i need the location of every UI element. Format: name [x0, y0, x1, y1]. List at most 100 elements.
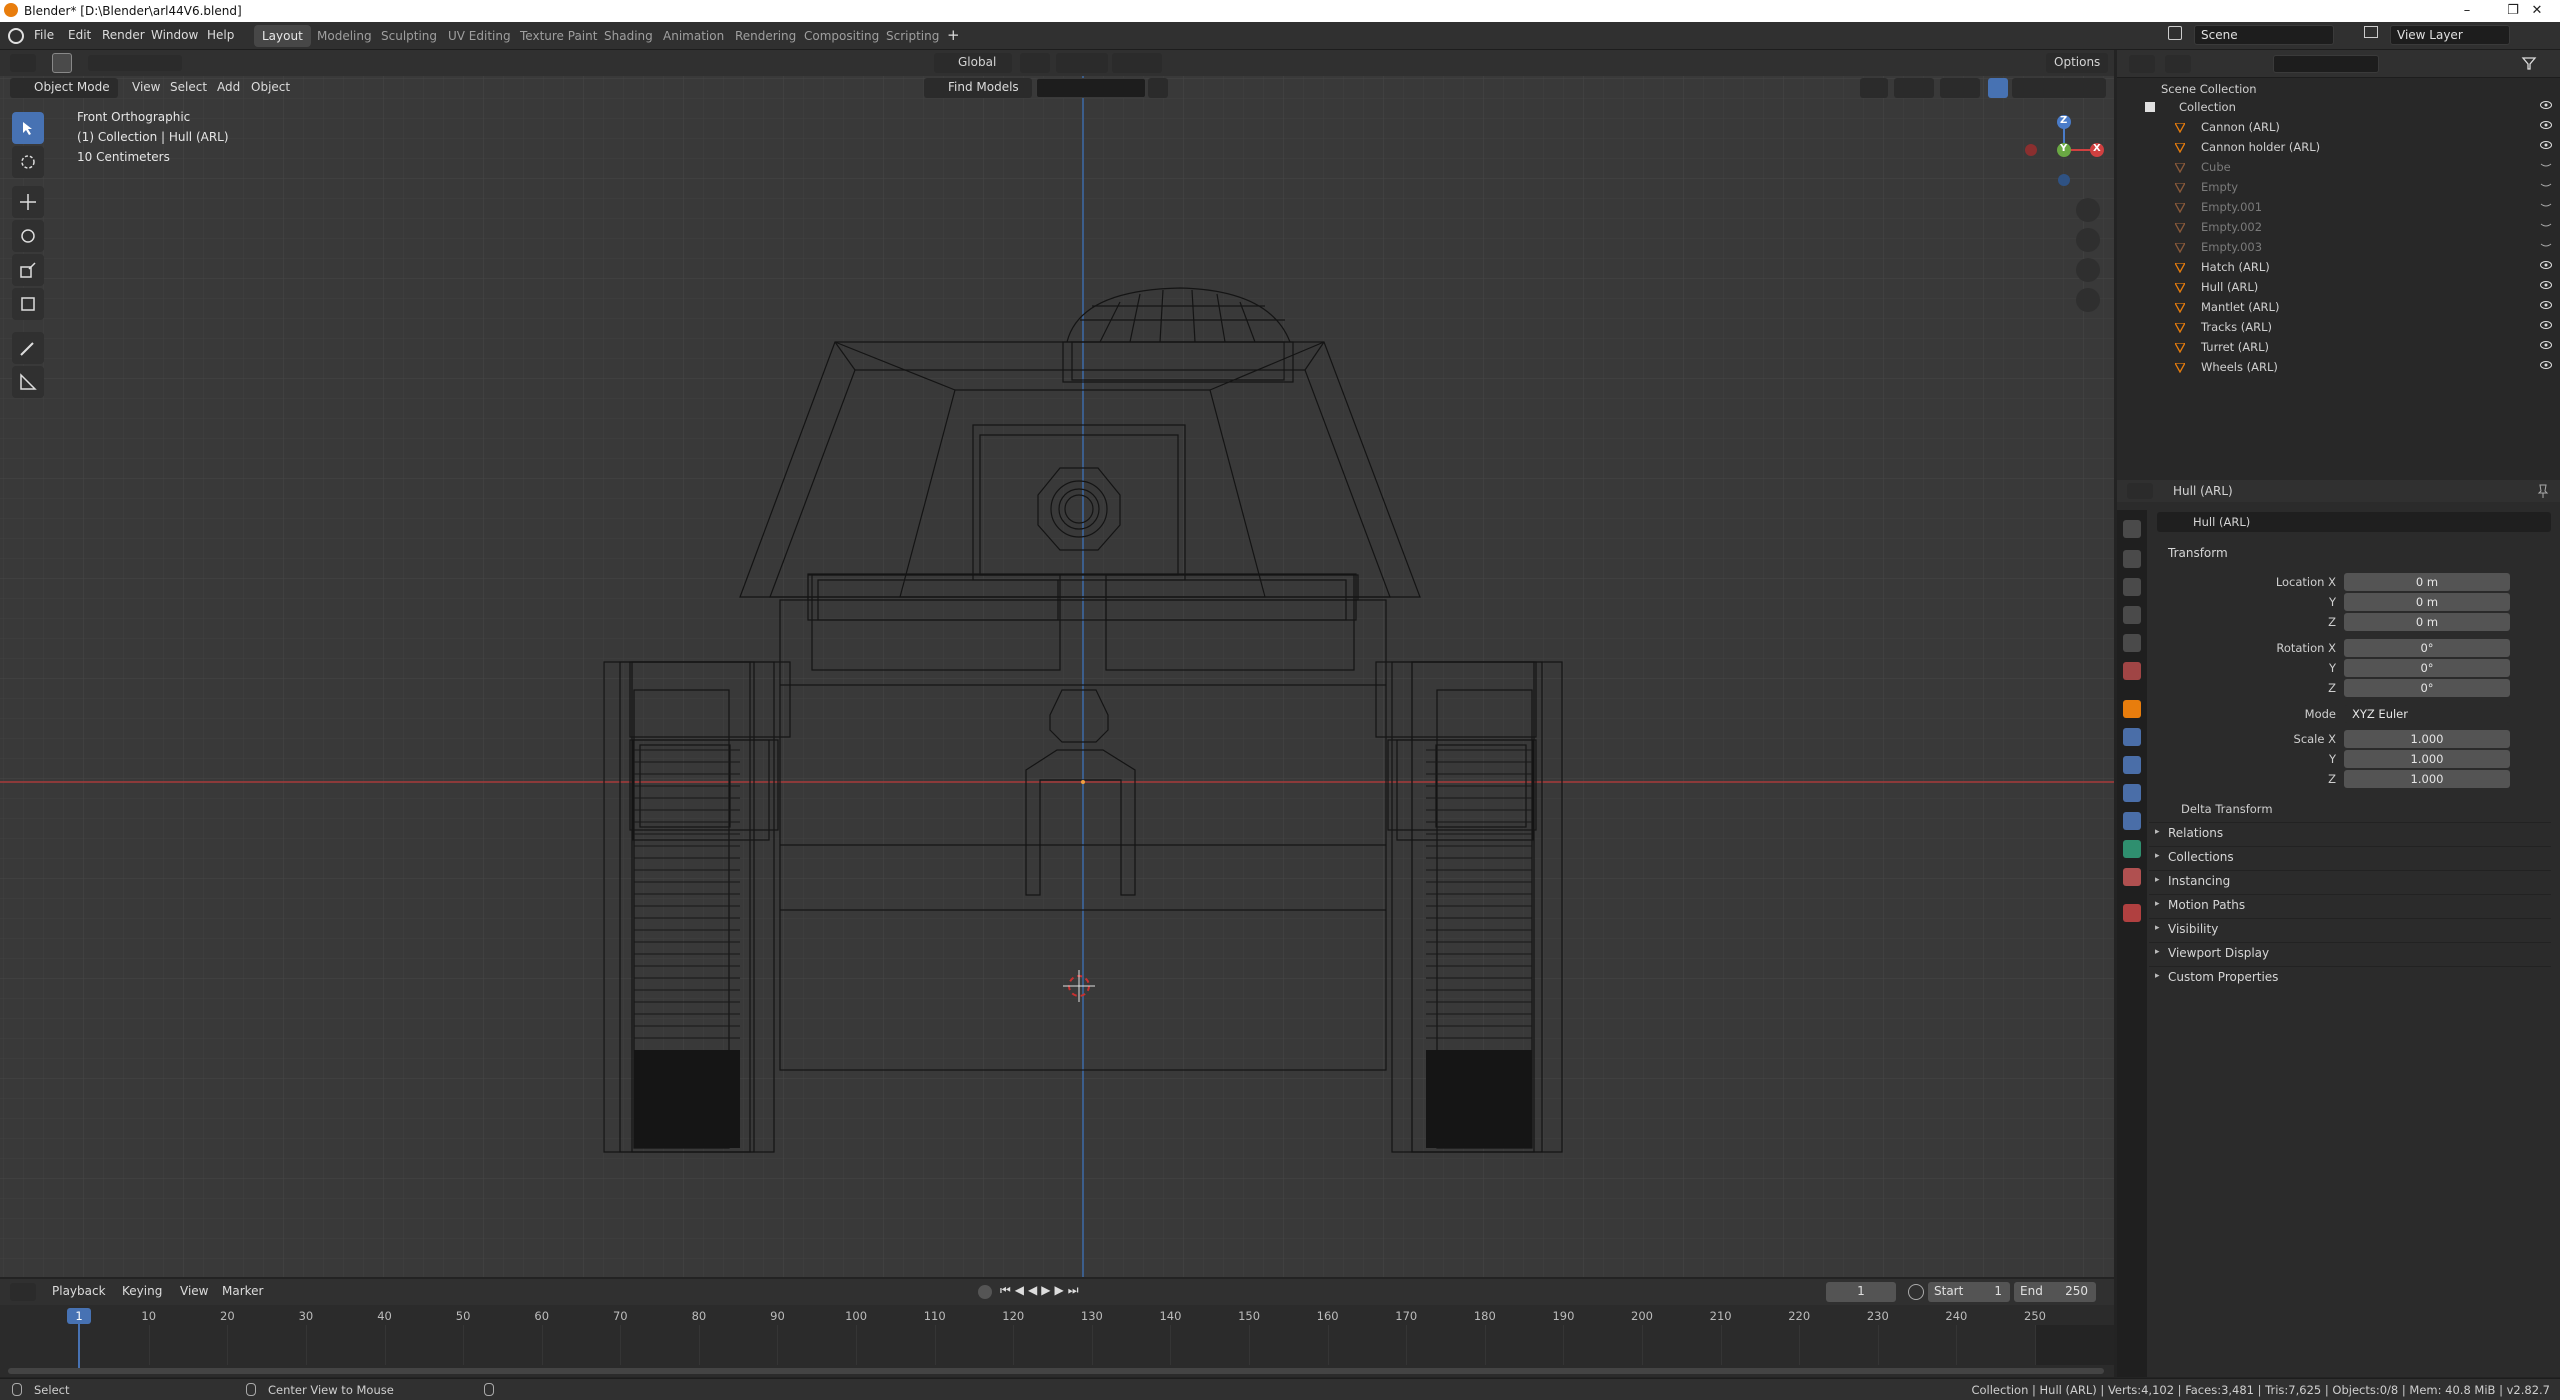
- timeline-view-menu[interactable]: View: [174, 1282, 214, 1302]
- timeline-keying-menu[interactable]: Keying: [116, 1282, 168, 1302]
- preview-range-icon[interactable]: [1908, 1284, 1924, 1300]
- close-button[interactable]: ✕: [2514, 0, 2560, 22]
- eye-icon[interactable]: [2540, 140, 2552, 150]
- eye-icon[interactable]: [2540, 160, 2552, 170]
- material-properties-icon[interactable]: [2123, 868, 2141, 886]
- outliner-item[interactable]: Tracks (ARL): [2117, 317, 2560, 337]
- panel-visibility[interactable]: ▸ Visibility: [2149, 918, 2551, 940]
- delta-transform-subpanel[interactable]: Delta Transform: [2181, 802, 2273, 816]
- scale-x-field[interactable]: 1.000: [2344, 730, 2510, 748]
- timeline-editor-type-icon[interactable]: [10, 1283, 36, 1301]
- texture-properties-icon[interactable]: [2123, 904, 2141, 922]
- rotate-tool[interactable]: [12, 220, 44, 252]
- eye-icon[interactable]: [2540, 260, 2552, 270]
- outliner-item[interactable]: Wheels (ARL): [2117, 357, 2560, 377]
- tab-compositing[interactable]: Compositing: [796, 25, 887, 47]
- pin-icon[interactable]: [2537, 484, 2549, 498]
- shading-mode-buttons[interactable]: [2012, 78, 2106, 98]
- view-layer-icon[interactable]: [2364, 26, 2378, 38]
- data-properties-icon[interactable]: [2123, 840, 2141, 858]
- rotation-y-field[interactable]: 0°: [2344, 659, 2510, 677]
- blender-menu-icon[interactable]: [8, 28, 24, 44]
- gizmo-toggle-icon[interactable]: [1894, 78, 1934, 98]
- annotate-tool[interactable]: [12, 332, 44, 364]
- view-layer-field[interactable]: View Layer: [2390, 25, 2510, 45]
- render-properties-icon[interactable]: [2123, 550, 2141, 568]
- find-models-dropdown[interactable]: Find Models: [924, 78, 1032, 98]
- menu-edit[interactable]: Edit: [68, 28, 91, 42]
- timeline-playhead[interactable]: 1: [67, 1308, 91, 1324]
- filter-icon[interactable]: [2521, 55, 2543, 73]
- outliner-item[interactable]: Empty.002: [2117, 217, 2560, 237]
- outliner-item[interactable]: Hull (ARL): [2117, 277, 2560, 297]
- timeline-marker-menu[interactable]: Marker: [216, 1282, 269, 1302]
- eye-icon[interactable]: [2540, 320, 2552, 330]
- menu-window[interactable]: Window: [151, 28, 198, 42]
- transform-tool[interactable]: [12, 288, 44, 320]
- tab-shading[interactable]: Shading: [596, 25, 661, 47]
- select-mode-buttons[interactable]: [88, 55, 182, 71]
- location-x-field[interactable]: 0 m: [2344, 573, 2510, 591]
- outliner-item[interactable]: Mantlet (ARL): [2117, 297, 2560, 317]
- eye-icon[interactable]: [2540, 360, 2552, 370]
- scale-tool[interactable]: [12, 254, 44, 286]
- tab-rendering[interactable]: Rendering: [727, 25, 804, 47]
- modifier-properties-icon[interactable]: [2123, 728, 2141, 746]
- outliner-search-input[interactable]: [2273, 55, 2379, 73]
- eye-icon[interactable]: [2540, 340, 2552, 350]
- select-box-tool[interactable]: [12, 112, 44, 144]
- object-name-field[interactable]: Hull (ARL): [2157, 512, 2551, 532]
- physics-properties-icon[interactable]: [2123, 784, 2141, 802]
- outliner-item[interactable]: Cube: [2117, 157, 2560, 177]
- display-mode-icon[interactable]: [2165, 55, 2191, 73]
- viewport-menu-object[interactable]: Object: [245, 78, 296, 98]
- outliner-scene-collection[interactable]: Scene Collection: [2117, 79, 2560, 99]
- eye-icon[interactable]: [2540, 240, 2552, 250]
- world-properties-icon[interactable]: [2123, 662, 2141, 680]
- timeline-playback-menu[interactable]: Playback: [46, 1282, 112, 1302]
- outliner-item[interactable]: Hatch (ARL): [2117, 257, 2560, 277]
- transform-panel-title[interactable]: Transform: [2168, 546, 2228, 560]
- tool-properties-icon[interactable]: [2123, 520, 2141, 538]
- viewport-canvas[interactable]: [0, 50, 2114, 1277]
- 3d-viewport[interactable]: Front Orthographic (1) Collection | Hull…: [0, 50, 2114, 1277]
- xray-toggle-icon[interactable]: [1988, 78, 2008, 98]
- object-mode-dropdown[interactable]: Object Mode: [10, 78, 118, 98]
- panel-motion-paths[interactable]: ▸ Motion Paths: [2149, 894, 2551, 916]
- panel-relations[interactable]: ▸ Relations: [2149, 822, 2551, 844]
- eye-icon[interactable]: [2540, 220, 2552, 230]
- properties-editor-type-icon[interactable]: [2127, 483, 2153, 499]
- eye-icon[interactable]: [2540, 120, 2552, 130]
- viewport-menu-view[interactable]: View: [126, 78, 166, 98]
- tab-texture-paint[interactable]: Texture Paint: [512, 25, 605, 47]
- move-tool[interactable]: [12, 186, 44, 218]
- output-properties-icon[interactable]: [2123, 578, 2141, 596]
- measure-tool[interactable]: [12, 366, 44, 398]
- tab-layout[interactable]: Layout: [254, 25, 311, 47]
- menu-render[interactable]: Render: [102, 28, 145, 42]
- end-frame-field[interactable]: End 250: [2014, 1282, 2096, 1302]
- editor-type-icon[interactable]: [10, 54, 36, 72]
- pan-hand-icon[interactable]: [2076, 228, 2100, 252]
- select-tool-icon[interactable]: [52, 53, 72, 73]
- scale-z-field[interactable]: 1.000: [2344, 770, 2510, 788]
- location-z-field[interactable]: 0 m: [2344, 613, 2510, 631]
- menu-help[interactable]: Help: [207, 28, 234, 42]
- snap-icon[interactable]: [1056, 53, 1108, 73]
- object-properties-icon[interactable]: [2123, 700, 2141, 718]
- rotation-mode-dropdown[interactable]: XYZ Euler: [2344, 705, 2510, 723]
- outliner-item[interactable]: Turret (ARL): [2117, 337, 2560, 357]
- panel-collections[interactable]: ▸ Collections: [2149, 846, 2551, 868]
- proportional-edit-icon[interactable]: [1112, 53, 1162, 73]
- outliner-collection[interactable]: Collection: [2117, 97, 2560, 117]
- view-layer-properties-icon[interactable]: [2123, 606, 2141, 624]
- constraints-properties-icon[interactable]: [2123, 812, 2141, 830]
- menu-file[interactable]: File: [34, 28, 54, 42]
- outliner-item[interactable]: Cannon (ARL): [2117, 117, 2560, 137]
- tab-modeling[interactable]: Modeling: [309, 25, 380, 47]
- scene-icon[interactable]: [2168, 26, 2182, 40]
- tab-scripting[interactable]: Scripting: [878, 25, 947, 47]
- search-options-chevron-icon[interactable]: [1148, 78, 1168, 98]
- tab-sculpting[interactable]: Sculpting: [373, 25, 445, 47]
- current-frame-field[interactable]: 1: [1826, 1282, 1896, 1302]
